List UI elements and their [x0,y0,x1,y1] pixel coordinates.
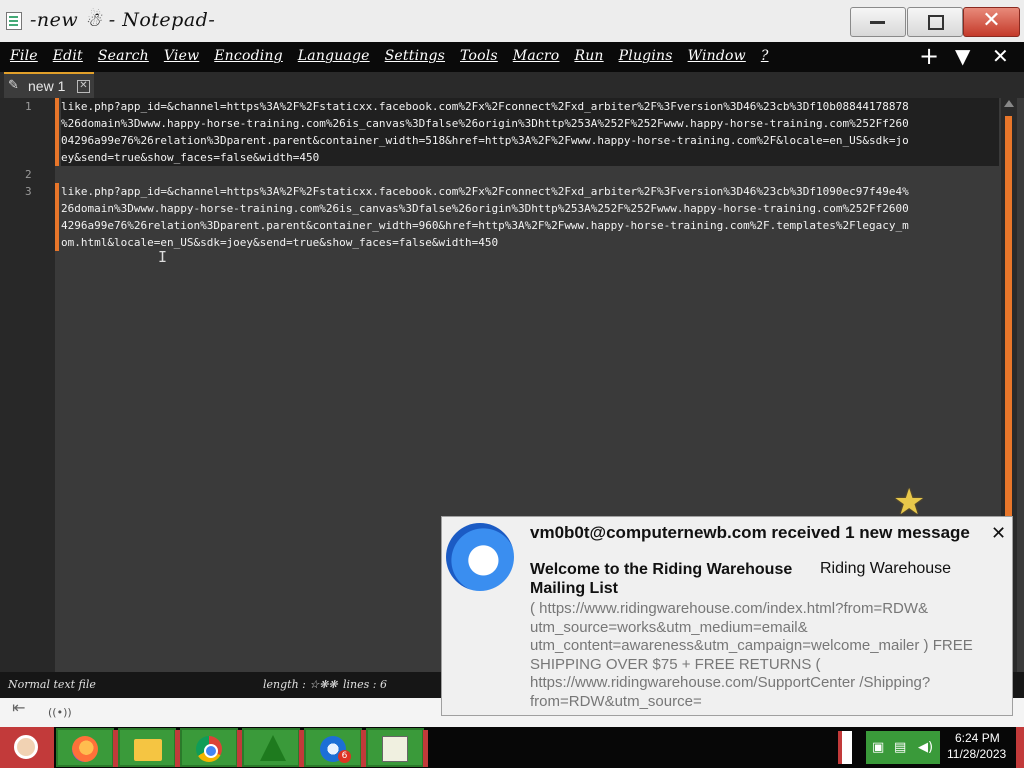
system-tray: ▣ ▤ ◀) [866,731,940,764]
menu-window[interactable]: Window [688,48,746,64]
show-desktop-button[interactable] [1016,727,1024,768]
text-cursor-icon: I [158,248,168,266]
clock-date[interactable]: 11/28/2023 [947,747,1006,761]
chart-app-icon [382,736,408,762]
close-button[interactable]: ✕ [963,7,1020,37]
christmas-tree-icon [260,735,286,761]
code-line-1: like.php?app_id=&channel=https%3A%2F%2Fs… [61,98,999,166]
menu-encoding[interactable]: Encoding [214,48,283,64]
tab-close-icon[interactable]: ✕ [77,80,90,93]
menu-file[interactable]: File [10,48,38,64]
line-number: 3 [25,185,32,198]
notification-body: ( https://www.ridingwarehouse.com/index.… [530,600,973,710]
network-icon[interactable]: ▣ [872,740,884,755]
taskbar: 6 ▣ ▤ ◀) 6:24 PM 11/28/2023 [0,727,1024,768]
line-number-gutter: 1 2 3 [0,98,55,672]
clock-time[interactable]: 6:24 PM [955,731,1000,745]
scroll-up-icon[interactable] [1004,100,1014,107]
thunderbird-icon [446,523,514,591]
power-icon[interactable]: ▤ [894,740,906,755]
tab-list-dropdown-icon[interactable]: ▼ [955,46,970,66]
pencil-icon: ✎ [8,78,19,93]
santa-icon [14,735,38,759]
menu-items: File Edit Search View Encoding Language … [10,48,769,64]
menu-run[interactable]: Run [574,48,603,64]
notification-close-icon[interactable]: ✕ [991,523,1006,544]
menu-bar: File Edit Search View Encoding Language … [0,42,1024,72]
notepad-app-icon [6,12,22,30]
tray-divider [838,731,852,764]
status-length: length : ☆❋❋ [263,678,338,691]
menu-search[interactable]: Search [98,48,149,64]
menu-language[interactable]: Language [298,48,370,64]
wireless-icon: ((•)) [48,706,72,719]
taskbar-chart-app[interactable] [366,728,428,767]
new-tab-icon[interactable]: + [919,44,939,68]
status-lines: lines : 6 [343,678,387,691]
status-file-type: Normal text file [8,678,96,691]
change-marker [55,183,59,251]
tab-label: new 1 [28,78,66,94]
line-number: 2 [25,168,32,181]
file-explorer-icon [134,739,162,761]
menu-plugins[interactable]: Plugins [619,48,673,64]
tab-bar: ✎ new 1 ✕ [0,72,1024,98]
window-title: -new ☃ - Notepad- [30,9,216,31]
email-notification[interactable]: vm0b0t@computernewb.com received 1 new m… [441,516,1013,716]
taskbar-chrome[interactable] [180,728,242,767]
volume-icon[interactable]: ◀) [918,740,933,755]
notification-sender: Riding Warehouse [820,560,952,577]
back-arrow-icon: ⇤ [12,698,26,717]
close-document-icon[interactable]: ✕ [992,46,1009,66]
maximize-icon [928,15,944,30]
menu-view[interactable]: View [164,48,199,64]
line-number: 1 [25,100,32,113]
menu-macro[interactable]: Macro [513,48,560,64]
minimize-icon [870,21,885,24]
menu-help[interactable]: ? [761,48,769,64]
menu-tools[interactable]: Tools [460,48,498,64]
title-bar: -new ☃ - Notepad- ✕ [0,0,1024,43]
chrome-icon [196,736,222,762]
close-icon: ✕ [982,8,1001,33]
unread-count-badge: 6 [338,750,351,763]
notification-subject: Welcome to the Riding Warehouse Mailing … [530,561,793,597]
menu-settings[interactable]: Settings [385,48,445,64]
firefox-icon [72,736,98,762]
taskbar-christmas-app[interactable] [242,728,304,767]
change-marker [55,98,59,166]
menu-edit[interactable]: Edit [53,48,83,64]
minimize-button[interactable] [850,7,906,37]
maximize-button[interactable] [907,7,963,37]
taskbar-thunderbird[interactable]: 6 [304,728,366,767]
tab-new-1[interactable]: ✎ new 1 ✕ [4,72,94,98]
start-button[interactable] [0,727,54,768]
taskbar-firefox[interactable] [56,728,118,767]
taskbar-file-explorer[interactable] [118,728,180,767]
code-line-3: like.php?app_id=&channel=https%3A%2F%2Fs… [61,185,909,249]
notification-header: vm0b0t@computernewb.com received 1 new m… [530,523,970,542]
